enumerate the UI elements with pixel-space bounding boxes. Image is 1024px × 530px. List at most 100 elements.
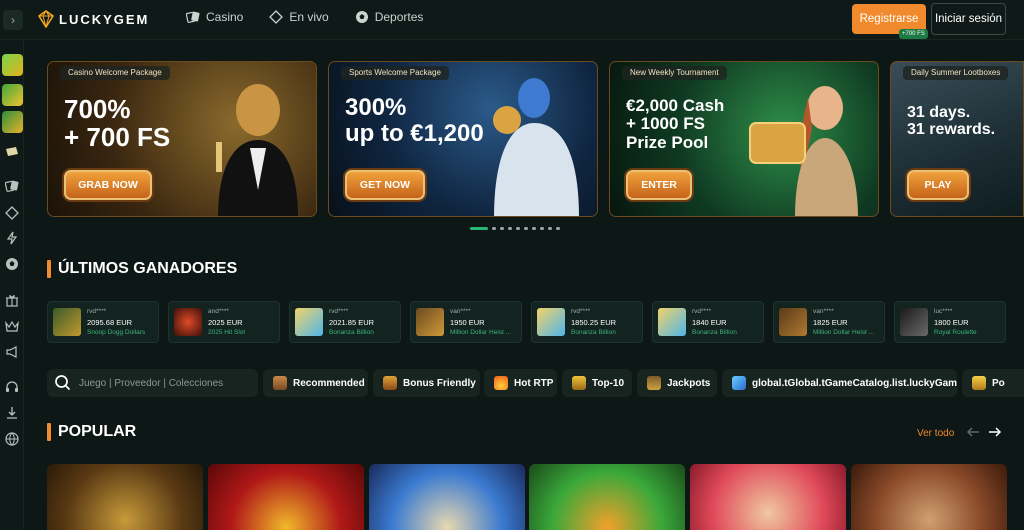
winner-user: rvd**** (329, 308, 349, 315)
filter-hot-rtp[interactable]: Hot RTP (484, 369, 557, 397)
filter-label: Recommended (293, 377, 365, 389)
game-card[interactable] (369, 464, 525, 530)
lightning-icon[interactable] (5, 231, 19, 245)
banner-sports-welcome[interactable]: Sports Welcome Package 300% up to €1,200… (328, 61, 598, 217)
main-nav: Casino En vivo Deportes (186, 10, 423, 24)
sidebar (0, 40, 24, 530)
carousel-dot[interactable] (500, 227, 504, 230)
soccer-ball-icon (355, 11, 368, 23)
ticket-icon[interactable] (5, 145, 19, 159)
game-card[interactable] (851, 464, 1007, 530)
globe-icon[interactable] (5, 432, 19, 446)
winner-user: luc**** (934, 308, 953, 315)
game-card[interactable] (529, 464, 685, 530)
live-icon (269, 10, 284, 24)
game-thumbnail (416, 308, 444, 336)
top10-icon (572, 376, 586, 390)
search-input[interactable] (79, 374, 249, 392)
carousel-dot[interactable] (492, 227, 496, 230)
winner-card[interactable]: van**** 1950 EUR Million Dollar Heist ... (410, 301, 522, 343)
logo[interactable]: LUCKYGEM (38, 10, 149, 28)
carousel-dot[interactable] (508, 227, 512, 230)
soccer-ball-icon[interactable] (5, 257, 19, 271)
banner-tag: New Weekly Tournament (622, 66, 727, 80)
winner-game: Million Dollar Heist ... (813, 329, 875, 336)
game-search[interactable] (47, 369, 258, 397)
banner-character-image (216, 84, 298, 216)
winner-card[interactable]: rvd**** 1850.25 EUR Bonanza Billion (531, 301, 643, 343)
trophy-icon (972, 376, 986, 390)
diamond-icon (732, 376, 746, 390)
game-card[interactable] (690, 464, 846, 530)
arrow-left-icon[interactable] (966, 425, 980, 439)
carousel-dot[interactable] (470, 227, 488, 230)
carousel-dot[interactable] (524, 227, 528, 230)
fire-icon (494, 376, 508, 390)
winner-card[interactable]: rvd**** 2021.85 EUR Bonanza Billion (289, 301, 401, 343)
filter-lucky-games[interactable]: global.tGlobal.tGameCatalog.list.luckyGa… (722, 369, 957, 397)
banner-casino-welcome[interactable]: Casino Welcome Package 700% + 700 FS GRA… (47, 61, 317, 217)
megaphone-icon[interactable] (5, 345, 19, 359)
sidebar-promo-gift[interactable] (2, 84, 23, 106)
game-card[interactable] (47, 464, 203, 530)
enter-button[interactable]: ENTER (626, 170, 692, 200)
filter-po[interactable]: Po (962, 369, 1024, 397)
nav-live-label: En vivo (289, 10, 329, 24)
filter-bonus-friendly[interactable]: Bonus Friendly (373, 369, 480, 397)
game-thumbnail (53, 308, 81, 336)
download-icon[interactable] (5, 406, 19, 420)
banner-summer-lootboxes[interactable]: Daily Summer Lootboxes 31 days. 31 rewar… (890, 61, 1024, 217)
filter-jackpots[interactable]: Jackpots (637, 369, 717, 397)
winner-game: Royal Roulette (934, 329, 977, 336)
winner-amount: 1800 EUR (934, 318, 969, 327)
get-now-button[interactable]: GET NOW (345, 170, 425, 200)
winner-card[interactable]: luc**** 1800 EUR Royal Roulette (894, 301, 1006, 343)
nav-sports-label: Deportes (374, 10, 424, 24)
winner-card[interactable]: van**** 1825 EUR Million Dollar Heist ... (773, 301, 885, 343)
banner-headline: 31 days. 31 rewards. (907, 104, 996, 139)
crown-icon[interactable] (5, 319, 19, 333)
search-icon (55, 375, 71, 391)
filter-top-10[interactable]: Top-10 (562, 369, 632, 397)
winner-user: van**** (813, 308, 834, 315)
winner-user: rvd**** (692, 308, 712, 315)
casino-cards-icon (186, 11, 200, 23)
casino-app: { "brand": {"name": "LUCKYGEM", "accent"… (0, 0, 1024, 530)
filter-recommended[interactable]: Recommended (263, 369, 368, 397)
see-all-link[interactable]: Ver todo (917, 428, 954, 439)
filter-label: Jackpots (667, 377, 711, 389)
carousel-dot[interactable] (548, 227, 552, 230)
carousel-dot[interactable] (540, 227, 544, 230)
grab-now-button[interactable]: GRAB NOW (64, 170, 152, 200)
live-icon[interactable] (5, 206, 19, 220)
banner-weekly-tournament[interactable]: New Weekly Tournament €2,000 Cash + 1000… (609, 61, 879, 217)
winner-card[interactable]: rvd**** 1840 EUR Bonanza Billion (652, 301, 764, 343)
winner-game: 2025 Hit Slot (208, 329, 246, 336)
carousel-dot[interactable] (556, 227, 560, 230)
winner-game: Bonanza Billion (329, 329, 374, 336)
sidebar-promo-chest[interactable] (2, 111, 23, 133)
play-button[interactable]: PLAY (907, 170, 969, 200)
game-thumbnail (658, 308, 686, 336)
banner-tag: Daily Summer Lootboxes (903, 66, 1009, 80)
headset-icon[interactable] (5, 380, 19, 394)
filter-label: Top-10 (592, 377, 625, 389)
carousel-dot[interactable] (516, 227, 520, 230)
winner-card[interactable]: and**** 2025 EUR 2025 Hit Slot (168, 301, 280, 343)
popular-title: POPULAR (58, 423, 137, 440)
sidebar-promo-wheel[interactable] (2, 54, 23, 76)
nav-casino[interactable]: Casino (186, 10, 243, 24)
casino-cards-icon[interactable] (4, 179, 19, 193)
winner-game: Bonanza Billion (571, 329, 616, 336)
gift-icon[interactable] (5, 293, 19, 307)
game-thumbnail (779, 308, 807, 336)
login-button[interactable]: Iniciar sesión (931, 3, 1006, 35)
winner-game: Snoop Dogg Dollars (87, 329, 146, 336)
nav-live[interactable]: En vivo (269, 10, 329, 24)
arrow-right-icon[interactable] (988, 425, 1002, 439)
game-card[interactable] (208, 464, 364, 530)
winner-card[interactable]: rvd**** 2095.68 EUR Snoop Dogg Dollars (47, 301, 159, 343)
nav-sports[interactable]: Deportes (355, 10, 424, 24)
carousel-dot[interactable] (532, 227, 536, 230)
sidebar-expand-button[interactable]: › (3, 10, 23, 30)
